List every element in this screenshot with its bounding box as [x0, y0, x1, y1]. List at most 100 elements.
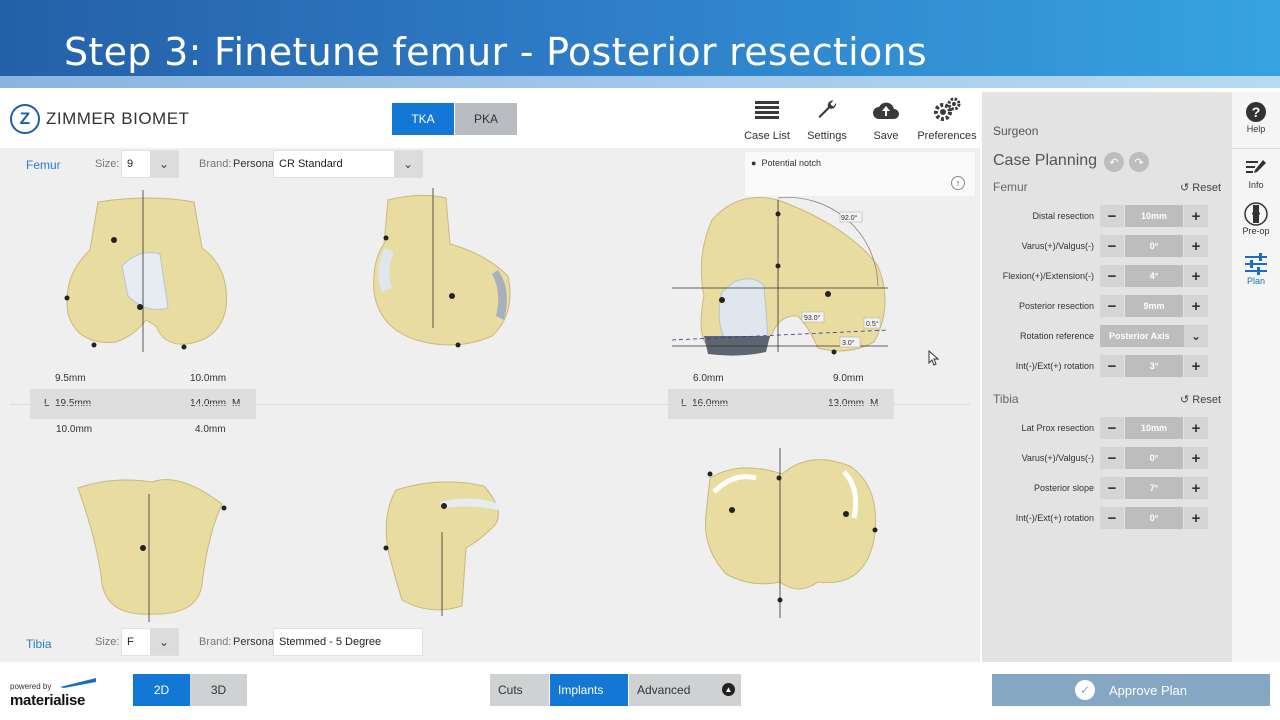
settings-button[interactable]: Settings [797, 96, 857, 142]
zimmer-logo: Z ZIMMER BIOMET [10, 104, 189, 134]
plus-icon[interactable]: + [1184, 205, 1208, 227]
preferences-button[interactable]: Preferences [917, 96, 977, 142]
distal-resection-value: 10mm [1125, 205, 1183, 227]
case-list-button[interactable]: Case List [737, 96, 797, 142]
2d-button[interactable]: 2D [133, 674, 190, 706]
tibia-rotation-value: 0° [1125, 507, 1183, 529]
tibia-anterior-view[interactable] [72, 474, 232, 622]
approve-plan-button[interactable]: ✓ Approve Plan [992, 674, 1270, 706]
plus-icon[interactable]: + [1184, 295, 1208, 317]
bottom-tabs: Cuts Implants Advanced ▲ [490, 674, 741, 706]
plus-icon[interactable]: + [1184, 507, 1208, 529]
distal-resection-stepper[interactable]: −10mm + [1100, 205, 1208, 227]
posterior-resection-label: Posterior resection [1018, 301, 1094, 311]
femur-rotation-stepper[interactable]: −3° + [1100, 355, 1208, 377]
tibia-implant-select[interactable]: Stemmed - 5 Degree [273, 628, 423, 656]
view-divider [10, 404, 970, 405]
posterior-resection-stepper[interactable]: −9mm + [1100, 295, 1208, 317]
nav-preop[interactable]: Pre-op [1232, 202, 1280, 236]
plus-icon[interactable]: + [1184, 265, 1208, 287]
tka-button[interactable]: TKA [392, 103, 454, 135]
plus-icon[interactable]: + [1184, 355, 1208, 377]
tibia-varus-label: Varus(+)/Valgus(-) [1021, 453, 1094, 463]
cloud-upload-icon [856, 96, 916, 124]
minus-icon[interactable]: − [1100, 205, 1124, 227]
svg-text:?: ? [1252, 104, 1261, 120]
tibia-axial-view[interactable] [700, 448, 882, 618]
femur-rotation-value: 3° [1125, 355, 1183, 377]
angle-label-1: 92.0° [841, 214, 858, 222]
meas-axial-top-left: 6.0mm [693, 373, 724, 384]
knee-icon [1232, 202, 1280, 226]
rotation-reference-select[interactable]: Posterior Axis ⌄ [1100, 325, 1208, 347]
side-navigation: ? Help Info Pre-op Plan [1232, 92, 1280, 662]
tab-advanced[interactable]: Advanced ▲ [629, 674, 741, 706]
tibia-rotation-stepper[interactable]: −0° + [1100, 507, 1208, 529]
minus-icon[interactable]: − [1100, 295, 1124, 317]
minus-icon[interactable]: − [1100, 355, 1124, 377]
femur-section-title: Femur [993, 180, 1028, 194]
angle-label-3: 0.5° [866, 320, 879, 328]
list-icon [737, 96, 797, 124]
lat-prox-value: 10mm [1125, 417, 1183, 439]
tibia-varus-stepper[interactable]: −0° + [1100, 447, 1208, 469]
distal-resection-label: Distal resection [1032, 211, 1094, 221]
lat-prox-label: Lat Prox resection [1021, 423, 1094, 433]
case-planning-title: Case Planning [993, 152, 1098, 169]
minus-icon[interactable]: − [1100, 417, 1124, 439]
nav-plan-label: Plan [1246, 276, 1265, 286]
femur-reset-button[interactable]: ↺ Reset [1180, 181, 1221, 194]
plus-icon[interactable]: + [1184, 417, 1208, 439]
pka-button[interactable]: PKA [455, 103, 517, 135]
mouse-cursor-icon [928, 350, 940, 366]
case-planning-header: Case Planning ↶ ↷ [982, 146, 1232, 172]
nav-divider [1232, 148, 1280, 149]
zimmer-logo-icon: Z [10, 104, 40, 134]
flexion-stepper[interactable]: −4° + [1100, 265, 1208, 287]
femur-size-select[interactable]: 9 ⌄ [121, 150, 179, 178]
plus-icon[interactable]: + [1184, 235, 1208, 257]
tibia-implant-value: Stemmed - 5 Degree [279, 636, 382, 648]
collapse-up-icon[interactable]: ↑ [951, 176, 965, 190]
tab-cuts[interactable]: Cuts [490, 674, 549, 706]
3d-button[interactable]: 3D [190, 674, 247, 706]
femur-lateral-view[interactable] [370, 188, 515, 350]
bottom-toolbar: powered by materialise 2D 3D Cuts Implan… [0, 662, 980, 720]
tibia-brand-value: Persona [233, 636, 274, 648]
rotation-reference-label: Rotation reference [1019, 331, 1094, 341]
tibia-reset-button[interactable]: ↺ Reset [1180, 393, 1221, 406]
posterior-slope-stepper[interactable]: −7° + [1100, 477, 1208, 499]
save-label: Save [873, 130, 899, 142]
chevron-down-icon: ⌄ [150, 629, 178, 655]
femur-varus-stepper[interactable]: −0° + [1100, 235, 1208, 257]
chevron-down-icon: ⌄ [1184, 325, 1208, 347]
femur-axial-view[interactable]: 92.0° 93.0° 0.5° 3.0° [668, 186, 898, 362]
redo-icon[interactable]: ↷ [1129, 152, 1149, 172]
femur-anterior-view[interactable] [60, 190, 232, 352]
nav-preop-label: Pre-op [1242, 226, 1270, 236]
tab-implants[interactable]: Implants [550, 674, 628, 706]
femur-reset-label: Reset [1192, 182, 1222, 194]
nav-plan[interactable]: Plan [1232, 252, 1280, 286]
tibia-lateral-view[interactable] [380, 474, 510, 616]
undo-icon[interactable]: ↶ [1104, 152, 1124, 172]
tab-advanced-label: Advanced [637, 683, 691, 697]
tibia-size-value: F [127, 636, 134, 648]
minus-icon[interactable]: − [1100, 447, 1124, 469]
approve-area: ✓ Approve Plan [982, 662, 1280, 720]
tibia-size-select[interactable]: F ⌄ [121, 628, 179, 656]
lat-prox-stepper[interactable]: −10mm + [1100, 417, 1208, 439]
tibia-reset-label: Reset [1192, 394, 1222, 406]
minus-icon[interactable]: − [1100, 507, 1124, 529]
case-list-label: Case List [744, 130, 790, 142]
nav-info[interactable]: Info [1232, 156, 1280, 190]
minus-icon[interactable]: − [1100, 477, 1124, 499]
minus-icon[interactable]: − [1100, 265, 1124, 287]
plus-icon[interactable]: + [1184, 477, 1208, 499]
chevron-up-icon: ▲ [722, 683, 735, 696]
save-button[interactable]: Save [856, 96, 916, 142]
femur-implant-select[interactable]: CR Standard ⌄ [273, 150, 423, 178]
plus-icon[interactable]: + [1184, 447, 1208, 469]
nav-help[interactable]: ? Help [1232, 100, 1280, 134]
minus-icon[interactable]: − [1100, 235, 1124, 257]
